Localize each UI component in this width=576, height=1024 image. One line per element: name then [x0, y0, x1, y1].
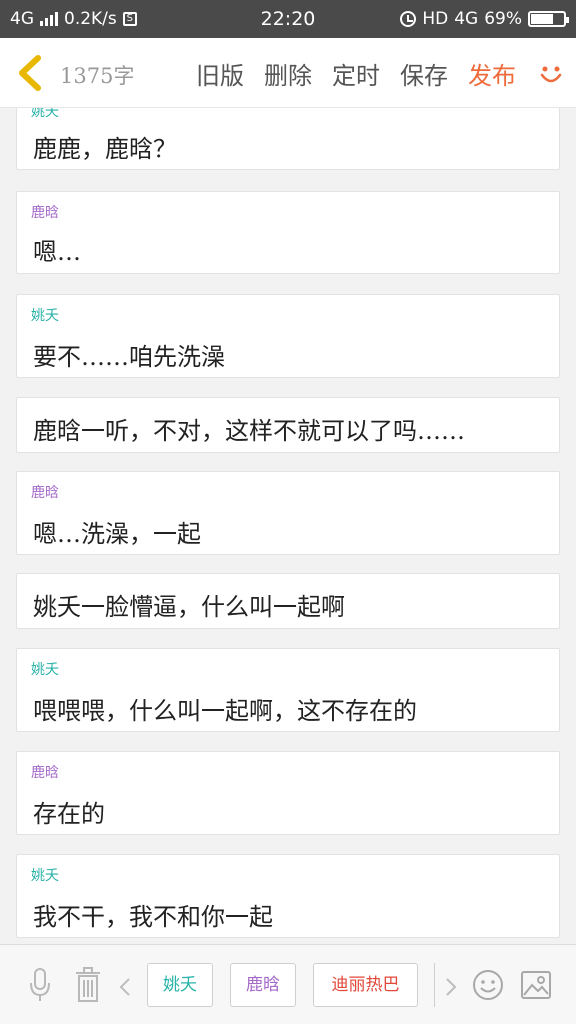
- hd-label: HD: [422, 9, 449, 29]
- chevron-right-icon[interactable]: [444, 977, 458, 997]
- status-bar: 4G 0.2K/s S 22:20 HD 4G 69%: [0, 0, 576, 38]
- chevron-left-icon[interactable]: [118, 977, 132, 997]
- message-speaker: 姚夭: [31, 662, 59, 678]
- message-card[interactable]: 姚夭 喂喂喂，什么叫一起啊，这不存在的: [16, 648, 560, 732]
- smile-icon: [540, 66, 562, 83]
- message-card[interactable]: 姚夭一脸懵逼，什么叫一起啊: [16, 573, 560, 629]
- message-text: 嗯…洗澡，一起: [33, 520, 201, 548]
- message-card[interactable]: 鹿晗 存在的: [16, 751, 560, 835]
- message-speaker: 鹿晗: [31, 205, 59, 221]
- message-speaker: 姚夭: [31, 308, 59, 324]
- image-icon[interactable]: [521, 971, 551, 999]
- alarm-icon: [400, 11, 417, 27]
- editor-header: 1375字 旧版 删除 定时 保存 发布: [0, 38, 576, 108]
- message-text: 嗯…: [33, 238, 81, 266]
- message-text: 要不……咱先洗澡: [33, 343, 225, 371]
- speaker-chip[interactable]: 姚夭: [147, 963, 213, 1007]
- battery-icon: [528, 11, 569, 27]
- speaker-chip[interactable]: 鹿晗: [230, 963, 296, 1007]
- message-card[interactable]: 鹿晗 嗯…洗澡，一起: [16, 471, 560, 555]
- message-speaker: 姚夭: [31, 868, 59, 884]
- delete-button[interactable]: 删除: [264, 56, 312, 91]
- speaker-chip[interactable]: 迪丽热巴: [313, 963, 418, 1007]
- publish-button[interactable]: 发布: [468, 56, 516, 91]
- header-actions: 旧版 删除 定时 保存 发布: [196, 56, 516, 91]
- save-button[interactable]: 保存: [400, 56, 448, 91]
- chip-overflow-edge: [434, 963, 437, 1007]
- message-text: 鹿晗一听，不对，这样不就可以了吗……: [33, 417, 465, 445]
- word-count: 1375字: [60, 64, 135, 88]
- message-speaker: 姚夭: [31, 108, 59, 120]
- battery-fill: [531, 14, 553, 24]
- message-text: 姚夭一脸懵逼，什么叫一起啊: [33, 593, 345, 621]
- schedule-button[interactable]: 定时: [332, 56, 380, 91]
- message-card[interactable]: 姚夭 我不干，我不和你一起: [16, 854, 560, 938]
- message-card[interactable]: 鹿晗一听，不对，这样不就可以了吗……: [16, 397, 560, 453]
- message-card[interactable]: 鹿晗 嗯…: [16, 191, 560, 274]
- message-text: 喂喂喂，什么叫一起啊，这不存在的: [33, 697, 417, 725]
- message-card[interactable]: 姚夭 鹿鹿，鹿晗？: [16, 108, 560, 170]
- battery-percent: 69%: [484, 9, 522, 29]
- message-speaker: 鹿晗: [31, 765, 59, 781]
- message-card[interactable]: 姚夭 要不……咱先洗澡: [16, 294, 560, 378]
- trash-icon[interactable]: [74, 967, 102, 1003]
- microphone-icon[interactable]: [28, 967, 52, 1003]
- network-label-right: 4G: [454, 9, 479, 29]
- message-text: 鹿鹿，鹿晗？: [33, 135, 177, 163]
- message-list: 姚夭 鹿鹿，鹿晗？ 鹿晗 嗯… 姚夭 要不……咱先洗澡 鹿晗一听，不对，这样不就…: [0, 108, 576, 944]
- message-speaker: 鹿晗: [31, 485, 59, 501]
- old-version-button[interactable]: 旧版: [196, 56, 244, 91]
- message-text: 存在的: [33, 800, 105, 828]
- emoji-icon[interactable]: [472, 969, 504, 1001]
- bottom-toolbar: 姚夭 鹿晗 迪丽热巴: [0, 944, 576, 1024]
- back-arrow-icon[interactable]: [14, 54, 48, 92]
- message-text: 我不干，我不和你一起: [33, 903, 273, 931]
